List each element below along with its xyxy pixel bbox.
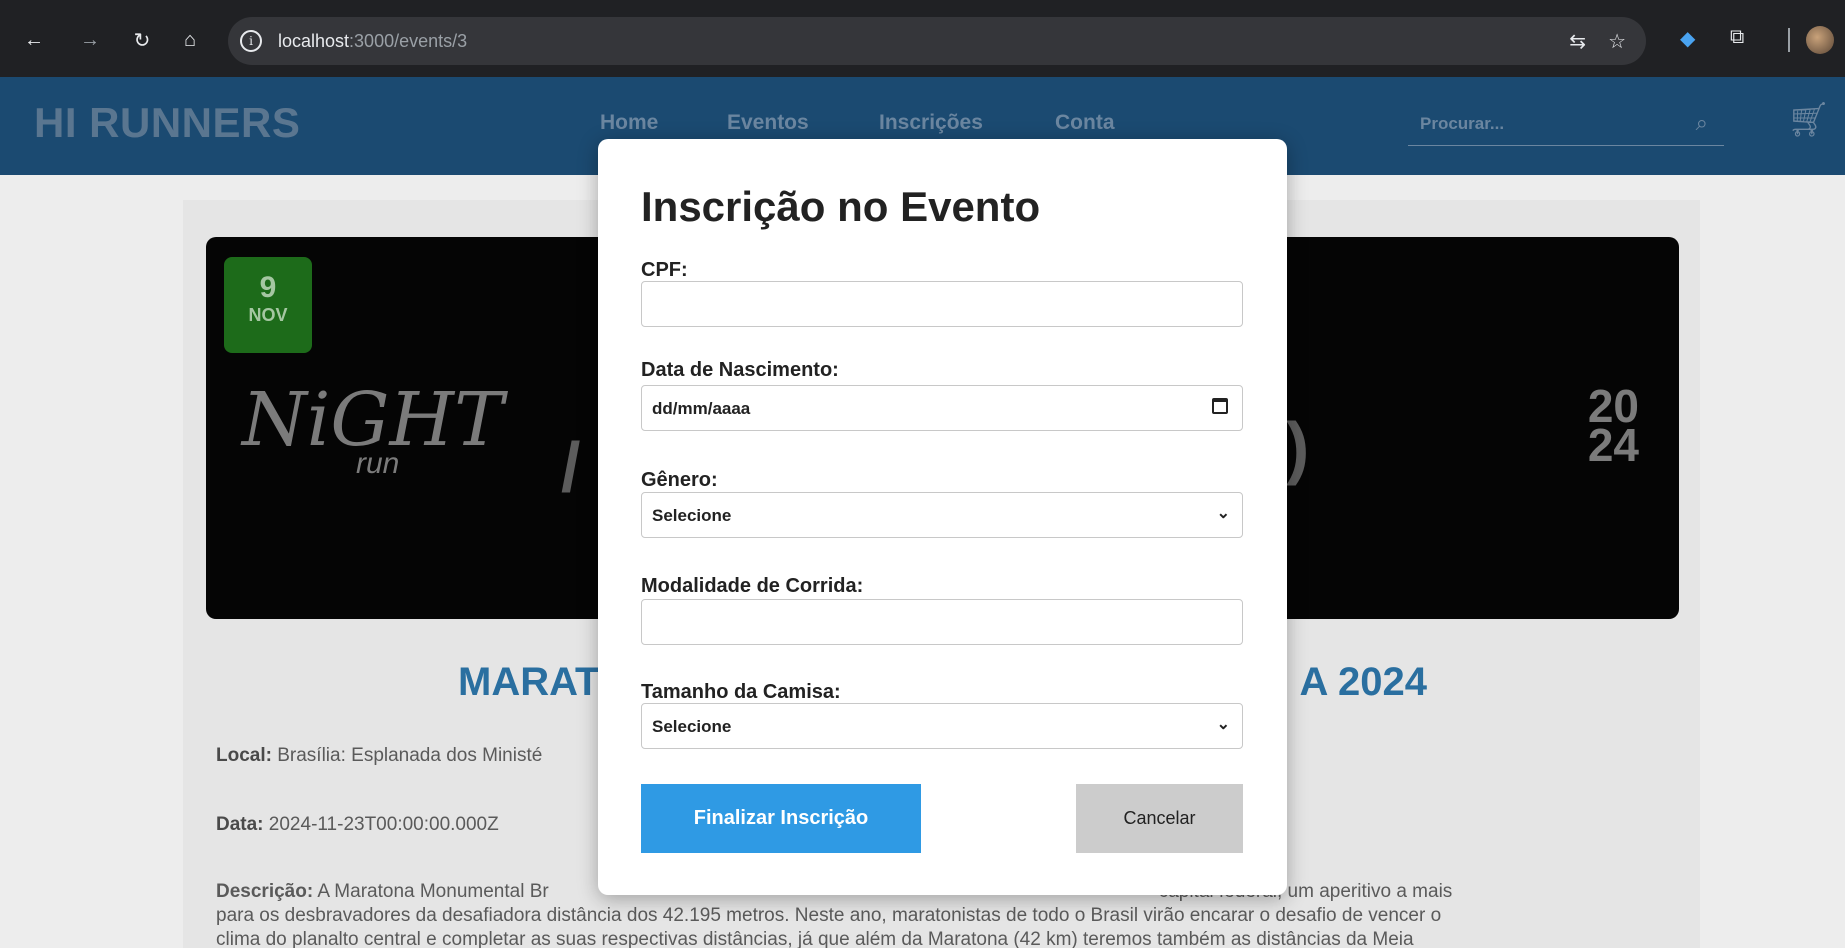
shirt-size-value: Selecione xyxy=(652,717,732,736)
home-icon[interactable]: ⌂ xyxy=(178,28,202,52)
site-info-icon[interactable]: i xyxy=(240,30,262,52)
bookmark-star-icon[interactable]: ☆ xyxy=(1608,29,1626,54)
gender-select[interactable]: Selecione ⌄ xyxy=(641,492,1243,538)
chevron-down-icon[interactable]: ⌄ xyxy=(1217,714,1230,734)
gender-value: Selecione xyxy=(652,506,732,525)
browser-toolbar: ← → ↻ ⌂ i localhost:3000/events/3 ⇆ ☆ ◆ … xyxy=(0,0,1845,77)
modality-label: Modalidade de Corrida: xyxy=(641,575,864,597)
translate-icon[interactable]: ⇆ xyxy=(1569,29,1586,54)
cpf-label: CPF: xyxy=(641,259,688,281)
cancel-button[interactable]: Cancelar xyxy=(1076,784,1243,853)
extensions-puzzle-icon[interactable]: ⧉ xyxy=(1730,26,1744,49)
reload-icon[interactable]: ↻ xyxy=(130,28,154,52)
address-bar[interactable]: i localhost:3000/events/3 ⇆ ☆ xyxy=(228,17,1646,65)
extension-diamond-icon[interactable]: ◆ xyxy=(1680,26,1695,51)
modality-field[interactable] xyxy=(641,599,1243,645)
registration-modal: Inscrição no Evento CPF: Data de Nascime… xyxy=(598,139,1287,895)
url-path: :3000/events/3 xyxy=(349,31,468,51)
url-text[interactable]: localhost:3000/events/3 xyxy=(278,31,467,52)
calendar-icon[interactable] xyxy=(1212,398,1228,414)
birth-date-field[interactable]: dd/mm/aaaa xyxy=(641,385,1243,431)
url-host: localhost xyxy=(278,31,350,51)
birth-label: Data de Nascimento: xyxy=(641,359,839,381)
shirt-size-select[interactable]: Selecione ⌄ xyxy=(641,703,1243,749)
forward-icon[interactable]: → xyxy=(78,28,102,52)
cpf-field[interactable] xyxy=(641,281,1243,327)
shirt-label: Tamanho da Camisa: xyxy=(641,681,841,703)
gender-label: Gênero: xyxy=(641,469,718,491)
chevron-down-icon[interactable]: ⌄ xyxy=(1217,503,1230,523)
cpf-input[interactable] xyxy=(642,282,1242,326)
birth-date-value: dd/mm/aaaa xyxy=(652,399,751,418)
modality-input[interactable] xyxy=(642,600,1242,644)
submit-registration-button[interactable]: Finalizar Inscrição xyxy=(641,784,921,853)
modal-title: Inscrição no Evento xyxy=(641,183,1041,230)
profile-avatar[interactable] xyxy=(1806,26,1834,54)
toolbar-separator xyxy=(1788,28,1790,52)
back-icon[interactable]: ← xyxy=(22,28,46,52)
